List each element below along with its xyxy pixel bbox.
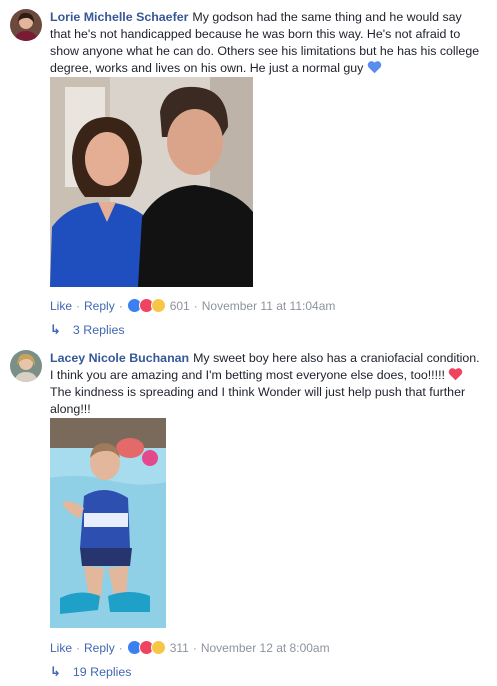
reply-arrow-icon: ↳ bbox=[50, 664, 61, 679]
timestamp[interactable]: November 12 at 8:00am bbox=[201, 641, 330, 655]
view-replies-link[interactable]: ↳ 19 Replies bbox=[50, 664, 131, 680]
red-heart-icon bbox=[449, 368, 463, 381]
comment-text: Lacey Nicole Buchanan My sweet boy here a… bbox=[50, 350, 480, 418]
wow-reaction-icon bbox=[150, 298, 166, 313]
avatar[interactable] bbox=[10, 350, 42, 382]
separator: · bbox=[118, 640, 123, 655]
author-name[interactable]: Lacey Nicole Buchanan bbox=[50, 351, 189, 365]
reply-arrow-icon: ↳ bbox=[50, 322, 61, 337]
reactions-summary[interactable] bbox=[126, 640, 166, 655]
like-button[interactable]: Like bbox=[50, 299, 72, 313]
separator: · bbox=[193, 298, 198, 313]
like-button[interactable]: Like bbox=[50, 641, 72, 655]
author-name[interactable]: Lorie Michelle Schaefer bbox=[50, 10, 188, 24]
separator: · bbox=[76, 298, 81, 313]
reaction-count[interactable]: 601 bbox=[170, 299, 190, 313]
reply-button[interactable]: Reply bbox=[84, 299, 115, 313]
comment-photo[interactable] bbox=[50, 418, 166, 628]
comment-actions: Like · Reply · 601 · November 11 at 11:0… bbox=[50, 298, 335, 313]
separator: · bbox=[118, 298, 123, 313]
blue-heart-icon bbox=[367, 61, 382, 74]
avatar[interactable] bbox=[10, 9, 42, 41]
reactions-summary[interactable] bbox=[126, 298, 166, 313]
replies-count[interactable]: 3 Replies bbox=[73, 323, 125, 337]
reaction-count[interactable]: 311 bbox=[170, 641, 189, 655]
haha-reaction-icon bbox=[150, 640, 166, 655]
view-replies-link[interactable]: ↳ 3 Replies bbox=[50, 322, 125, 338]
comment-actions: Like · Reply · 311 · November 12 at 8:00… bbox=[50, 640, 330, 655]
timestamp[interactable]: November 11 at 11:04am bbox=[202, 299, 336, 313]
comment-text: Lorie Michelle Schaefer My godson had the… bbox=[50, 9, 480, 77]
comment-body-continued: The kindness is spreading and I think Wo… bbox=[50, 385, 466, 416]
separator: · bbox=[192, 640, 197, 655]
separator: · bbox=[76, 640, 81, 655]
replies-count[interactable]: 19 Replies bbox=[73, 665, 132, 679]
reply-button[interactable]: Reply bbox=[84, 641, 115, 655]
comment-photo[interactable] bbox=[50, 77, 253, 287]
